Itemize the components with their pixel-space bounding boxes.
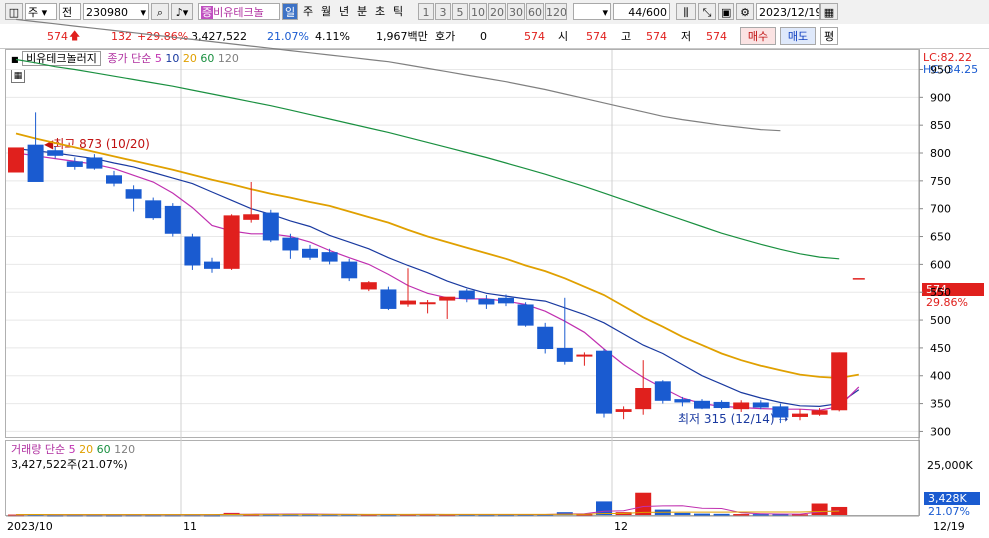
candle-body: [106, 175, 122, 184]
y-tick-label: 550: [930, 286, 951, 299]
candle-body: [596, 350, 612, 414]
y-tick-label: 850: [930, 119, 951, 132]
candle-body: [164, 205, 181, 234]
candle-body: [811, 410, 828, 415]
candle-body: [831, 352, 848, 411]
ma-line-120: [15, 18, 781, 132]
candle-body: [125, 189, 142, 199]
candle-body: [772, 406, 789, 418]
y-tick-label: 600: [930, 258, 951, 271]
candle-body: [262, 212, 279, 241]
candle-body: [184, 236, 201, 266]
volume-bar: [811, 503, 828, 515]
candle-body: [733, 402, 750, 410]
candle-body: [752, 402, 769, 408]
candle-body: [243, 214, 260, 220]
y-tick-label: 750: [930, 175, 951, 188]
candle-body: [282, 237, 299, 251]
y-tick-label: 450: [930, 342, 951, 355]
y-tick-label: 650: [930, 231, 951, 244]
candle-body: [8, 147, 24, 173]
y-tick-label: 300: [930, 425, 951, 438]
candle-body: [674, 399, 691, 403]
candle-body: [439, 296, 456, 301]
y-tick-label: 950: [930, 63, 951, 76]
volume-bar: [694, 513, 710, 516]
candle-body: [537, 326, 554, 350]
candle-body: [27, 144, 44, 182]
candle-body: [713, 401, 730, 409]
volume-bar: [674, 512, 691, 515]
ma-line-5: [15, 152, 860, 411]
candle-body: [615, 409, 632, 412]
chart-svg: 300 350 400 450 500 550 600 650 700 750 800 850 900 9…: [6, 18, 951, 517]
candle-body: [478, 298, 495, 305]
volume-bar: [596, 501, 612, 515]
candle-body: [66, 161, 83, 167]
y-tick-label: 900: [930, 91, 951, 104]
candle-body: [204, 261, 220, 269]
ma-line-60: [15, 58, 840, 260]
candle-body: [86, 157, 103, 169]
candle-body: [360, 282, 377, 290]
y-tick-label: 800: [930, 147, 951, 160]
candle-body: [792, 413, 808, 417]
candle-body: [635, 387, 652, 410]
candle-body: [400, 300, 416, 305]
candle-body: [302, 248, 318, 258]
y-tick-label: 700: [930, 203, 951, 216]
y-tick-label: 400: [930, 370, 951, 383]
candle-body: [321, 252, 338, 262]
candle-body: [419, 302, 436, 305]
candle-body: [498, 297, 514, 304]
y-tick-label: 350: [930, 398, 951, 411]
candle-body: [576, 354, 593, 357]
ma-line-20: [15, 132, 859, 379]
candle-body: [47, 150, 64, 156]
candle-body: [145, 200, 162, 219]
candle-body: [694, 400, 710, 409]
candle-body: [341, 261, 358, 279]
ma-line-10: [15, 148, 860, 408]
candle-body: [458, 290, 475, 299]
y-tick-label: 500: [930, 314, 951, 327]
candle-body: [654, 381, 671, 401]
candle-body: [517, 304, 534, 326]
candle-body: [223, 215, 240, 269]
volume-ma-5: [15, 505, 840, 516]
volume-bar: [635, 492, 652, 515]
candle-body: [556, 347, 573, 362]
candle-body: [380, 289, 397, 309]
